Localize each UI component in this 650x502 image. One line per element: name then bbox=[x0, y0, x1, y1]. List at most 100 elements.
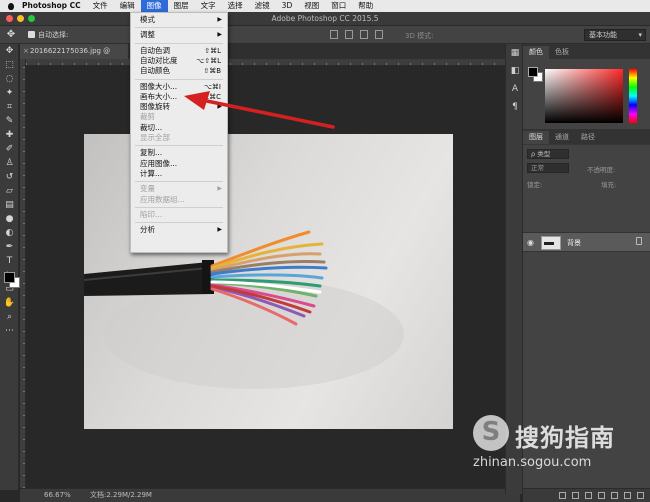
menu-separator bbox=[135, 222, 223, 224]
blur-icon[interactable]: ● bbox=[0, 212, 19, 226]
history-icon[interactable]: ▦ bbox=[506, 44, 524, 62]
submenu-arrow-icon: ▶ bbox=[217, 16, 222, 23]
blend-mode-select[interactable]: 正常 bbox=[527, 163, 569, 173]
menu-item[interactable]: 计算... bbox=[131, 169, 227, 179]
submenu-arrow-icon: ▶ bbox=[217, 185, 222, 193]
menu-item-shortcut: ⇧⌘L bbox=[204, 46, 221, 55]
menu-help[interactable]: 帮助 bbox=[352, 0, 379, 12]
menu-layer[interactable]: 图层 bbox=[168, 0, 195, 12]
move-tool-icon[interactable]: ✥ bbox=[0, 29, 22, 40]
lasso-icon[interactable]: ◌ bbox=[0, 72, 19, 86]
distribute-icon[interactable] bbox=[375, 30, 383, 39]
menu-item[interactable]: 自动色调 ⇧⌘L bbox=[131, 46, 227, 56]
visibility-eye-icon[interactable]: ◉ bbox=[527, 238, 534, 247]
menu-filter[interactable]: 滤镜 bbox=[249, 0, 276, 12]
tab-swatches[interactable]: 色板 bbox=[549, 46, 575, 59]
align-right-icon[interactable] bbox=[360, 30, 368, 39]
move-icon[interactable]: ✥ bbox=[0, 44, 19, 58]
link-layers-icon[interactable] bbox=[559, 492, 566, 499]
menu-bar: Photoshop CC 文件 编辑 图像 图层 文字 选择 滤镜 3D 视图 … bbox=[0, 0, 650, 12]
menu-item-label: 应用数据组... bbox=[140, 194, 185, 204]
minimize-window-button[interactable] bbox=[17, 15, 24, 22]
dodge-icon[interactable]: ◐ bbox=[0, 226, 19, 240]
zoom-icon[interactable]: ⌕ bbox=[0, 310, 19, 324]
status-bar: 66.67% 文档:2.29M/2.29M bbox=[20, 488, 520, 502]
align-left-icon[interactable] bbox=[330, 30, 338, 39]
menu-item-label: 显示全部 bbox=[140, 133, 170, 142]
magic-wand-icon[interactable]: ✦ bbox=[0, 86, 19, 100]
more-tools-icon[interactable]: ⋯ bbox=[0, 324, 19, 338]
menu-item-label: 分析 bbox=[140, 225, 155, 235]
lock-label: 锁定: bbox=[527, 181, 543, 189]
new-layer-icon[interactable] bbox=[624, 492, 631, 499]
zoom-level[interactable]: 66.67% bbox=[44, 489, 71, 502]
menu-item[interactable]: 调整 ▶ bbox=[131, 30, 227, 40]
menu-edit[interactable]: 编辑 bbox=[114, 0, 141, 12]
hue-slider[interactable] bbox=[629, 69, 637, 123]
menu-item[interactable]: 自动颜色 ⇧⌘B bbox=[131, 66, 227, 76]
layers-controls: ρ 类型 正常 不透明度: 锁定: 填充: bbox=[523, 144, 650, 214]
menu-item-label: 应用图像... bbox=[140, 158, 178, 168]
marquee-icon[interactable]: ⬚ bbox=[0, 58, 19, 72]
adjustment-layer-icon[interactable] bbox=[598, 492, 605, 499]
menu-select[interactable]: 选择 bbox=[222, 0, 249, 12]
menu-view[interactable]: 视图 bbox=[298, 0, 325, 12]
color-field[interactable] bbox=[545, 69, 623, 123]
delete-layer-icon[interactable] bbox=[637, 492, 644, 499]
menu-item[interactable]: 复制... bbox=[131, 148, 227, 158]
tab-color[interactable]: 颜色 bbox=[523, 46, 549, 59]
workspace-select[interactable]: 基本功能 bbox=[584, 29, 646, 41]
menu-item[interactable]: 分析 ▶ bbox=[131, 225, 227, 235]
align-center-icon[interactable] bbox=[345, 30, 353, 39]
annotation-arrow-icon bbox=[184, 91, 335, 129]
gradient-icon[interactable]: ▤ bbox=[0, 198, 19, 212]
zoom-window-button[interactable] bbox=[28, 15, 35, 22]
tab-paths[interactable]: 路径 bbox=[575, 131, 601, 144]
properties-icon[interactable]: ◧ bbox=[506, 62, 524, 80]
new-group-icon[interactable] bbox=[611, 492, 618, 499]
document-tab[interactable]: 20166221750​36.jpg @ bbox=[20, 44, 128, 59]
tab-channels[interactable]: 通道 bbox=[549, 131, 575, 144]
type-icon[interactable]: T bbox=[0, 254, 19, 268]
close-window-button[interactable] bbox=[6, 15, 13, 22]
layer-filter-select[interactable]: ρ 类型 bbox=[527, 149, 569, 159]
paragraph-icon[interactable]: ¶ bbox=[506, 98, 524, 116]
menu-item-label: 自动对比度 bbox=[140, 55, 178, 65]
menu-file[interactable]: 文件 bbox=[87, 0, 114, 12]
crop-icon[interactable]: ⌗ bbox=[0, 100, 19, 114]
add-mask-icon[interactable] bbox=[585, 492, 592, 499]
add-style-icon[interactable] bbox=[572, 492, 579, 499]
history-brush-icon[interactable]: ↺ bbox=[0, 170, 19, 184]
brush-icon[interactable]: ✐ bbox=[0, 142, 19, 156]
submenu-arrow-icon: ▶ bbox=[217, 31, 222, 39]
menu-item-label: 变量 bbox=[140, 184, 155, 194]
tools-panel: ✥ ⬚ ◌ ✦ ⌗ ✎ ✚ ✐ ♙ ↺ ▱ ▤ ● ◐ ✒ T ➤ ▭ ✋ ⌕ … bbox=[0, 44, 20, 490]
auto-select-checkbox[interactable] bbox=[28, 31, 35, 38]
eyedropper-icon[interactable]: ✎ bbox=[0, 114, 19, 128]
hand-icon[interactable]: ✋ bbox=[0, 296, 19, 310]
menu-app[interactable]: Photoshop CC bbox=[16, 0, 87, 12]
menu-item[interactable]: 应用图像... bbox=[131, 159, 227, 169]
align-icons bbox=[330, 30, 383, 39]
layer-row[interactable]: ◉ 背景 bbox=[523, 232, 650, 252]
document-size[interactable]: 文档:2.29M/2.29M bbox=[90, 489, 152, 502]
apple-icon[interactable] bbox=[6, 3, 16, 10]
menu-3d[interactable]: 3D bbox=[276, 0, 299, 12]
clone-stamp-icon[interactable]: ♙ bbox=[0, 156, 19, 170]
menu-item[interactable]: 自动对比度 ⌥⇧⌘L bbox=[131, 56, 227, 66]
menu-item-label: 图像大小... bbox=[140, 81, 178, 91]
menu-separator bbox=[135, 145, 223, 147]
window-titlebar: Adobe Photoshop CC 2015.5 bbox=[0, 12, 650, 26]
tab-layers[interactable]: 图层 bbox=[523, 131, 549, 144]
menu-window[interactable]: 窗口 bbox=[325, 0, 352, 12]
eraser-icon[interactable]: ▱ bbox=[0, 184, 19, 198]
menu-image[interactable]: 图像 bbox=[140, 0, 168, 12]
document-tabs: 20166221750​36.jpg @ bbox=[20, 44, 520, 59]
healing-brush-icon[interactable]: ✚ bbox=[0, 128, 19, 142]
foreground-color-swatch[interactable] bbox=[4, 272, 15, 283]
menu-type[interactable]: 文字 bbox=[195, 0, 222, 12]
pen-icon[interactable]: ✒ bbox=[0, 240, 19, 254]
menu-item[interactable]: 模式 ▶ bbox=[131, 15, 227, 25]
panel-foreground-swatch[interactable] bbox=[528, 67, 538, 77]
character-icon[interactable]: A bbox=[506, 80, 524, 98]
